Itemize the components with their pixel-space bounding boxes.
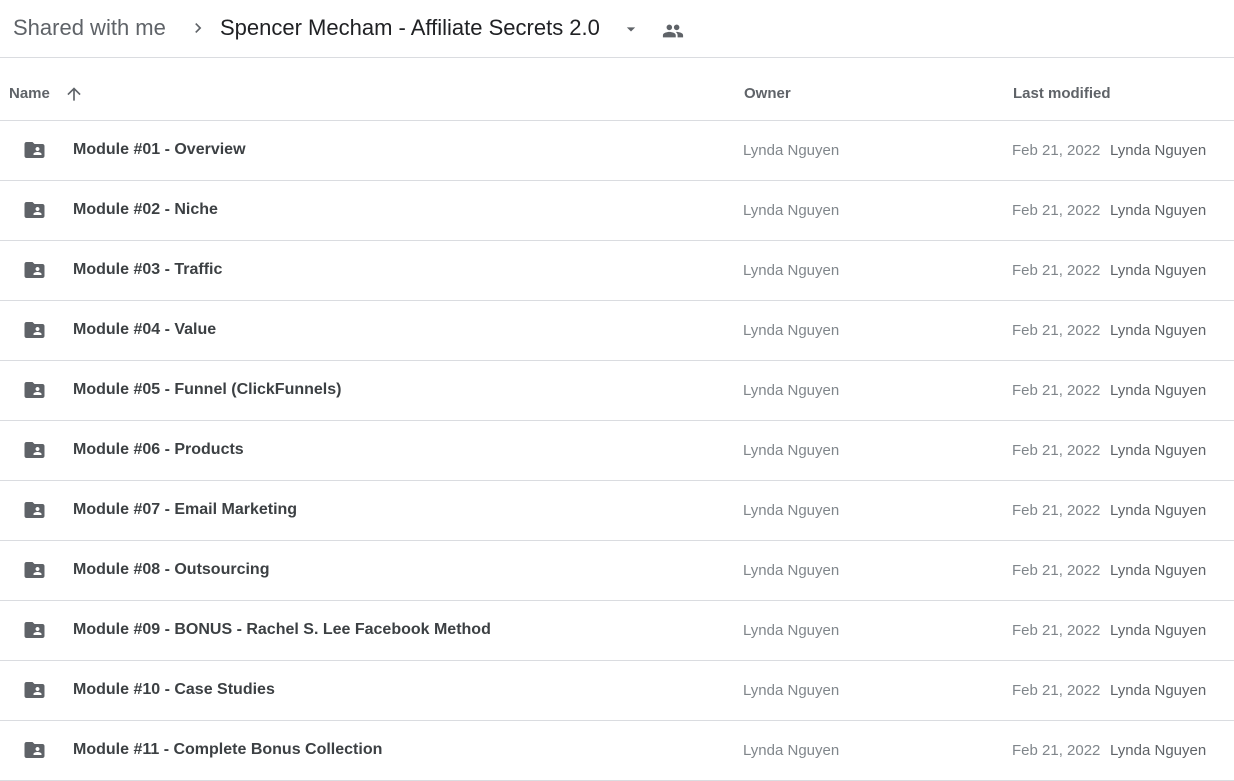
shared-folder-icon bbox=[24, 558, 51, 582]
caret-down-icon[interactable] bbox=[621, 19, 641, 39]
file-name: Module #02 - Niche bbox=[73, 201, 218, 218]
column-header-name[interactable]: Name bbox=[9, 85, 50, 102]
file-modified-by: Lynda Nguyen bbox=[1110, 382, 1207, 399]
arrow-up-icon[interactable] bbox=[64, 84, 84, 104]
file-name: Module #07 - Email Marketing bbox=[73, 501, 298, 518]
file-owner: Lynda Nguyen bbox=[743, 682, 840, 699]
file-modified-date: Feb 21, 2022 bbox=[1012, 502, 1101, 519]
shared-folder-icon bbox=[24, 738, 51, 762]
breadcrumb-root[interactable]: Shared with me bbox=[13, 14, 166, 42]
chevron-right-icon bbox=[195, 23, 202, 33]
shared-folder-icon bbox=[24, 138, 51, 162]
people-icon[interactable] bbox=[662, 20, 684, 42]
file-owner: Lynda Nguyen bbox=[743, 322, 840, 339]
column-header-owner: Owner bbox=[744, 85, 791, 102]
shared-folder-icon bbox=[24, 498, 51, 522]
file-owner: Lynda Nguyen bbox=[743, 382, 840, 399]
file-row[interactable]: Module #08 - Outsourcing Lynda Nguyen Feb … bbox=[0, 541, 1234, 601]
file-modified-by: Lynda Nguyen bbox=[1110, 322, 1207, 339]
breadcrumb-bar: Shared with me Spencer Mecham - Affiliat… bbox=[0, 0, 1234, 58]
file-owner: Lynda Nguyen bbox=[743, 502, 840, 519]
file-name: Module #10 - Case Studies bbox=[73, 681, 275, 698]
file-row[interactable]: Module #07 - Email Marketing Lynda Nguyen… bbox=[0, 481, 1234, 541]
file-modified-date: Feb 21, 2022 bbox=[1012, 202, 1101, 219]
file-modified-by: Lynda Nguyen bbox=[1110, 622, 1207, 639]
file-row[interactable]: Module #06 - Products Lynda Nguyen Feb 21,… bbox=[0, 421, 1234, 481]
file-name: Module #03 - Traffic bbox=[73, 261, 223, 278]
file-owner: Lynda Nguyen bbox=[743, 742, 840, 759]
file-row[interactable]: Module #01 - Overview Lynda Nguyen Feb 21,… bbox=[0, 121, 1234, 181]
file-row[interactable]: Module #10 - Case Studies Lynda Nguyen Feb… bbox=[0, 661, 1234, 721]
file-owner: Lynda Nguyen bbox=[743, 442, 840, 459]
file-name: Module #09 - BONUS - Rachel S. Lee Faceb… bbox=[73, 621, 491, 638]
column-header-last-modified[interactable]: Last modified bbox=[1013, 85, 1111, 102]
shared-folder-icon bbox=[24, 678, 51, 702]
shared-folder-icon bbox=[24, 318, 51, 342]
file-row[interactable]: Module #05 - Funnel (ClickFunnels) Lynda … bbox=[0, 361, 1234, 421]
file-owner: Lynda Nguyen bbox=[743, 622, 840, 639]
file-owner: Lynda Nguyen bbox=[743, 142, 840, 159]
file-modified-by: Lynda Nguyen bbox=[1110, 742, 1207, 759]
file-name: Module #01 - Overview bbox=[73, 141, 246, 158]
file-row[interactable]: Module #04 - Value Lynda Nguyen Feb 21, 20… bbox=[0, 301, 1234, 361]
shared-folder-icon bbox=[24, 258, 51, 282]
file-owner: Lynda Nguyen bbox=[743, 262, 840, 279]
file-modified-by: Lynda Nguyen bbox=[1110, 682, 1207, 699]
file-owner: Lynda Nguyen bbox=[743, 562, 840, 579]
breadcrumb-current-folder[interactable]: Spencer Mecham - Affiliate Secrets 2.0 bbox=[220, 14, 600, 42]
file-modified-date: Feb 21, 2022 bbox=[1012, 382, 1101, 399]
file-name: Module #11 - Complete Bonus Collection bbox=[73, 741, 383, 758]
file-modified-date: Feb 21, 2022 bbox=[1012, 322, 1101, 339]
file-modified-by: Lynda Nguyen bbox=[1110, 502, 1207, 519]
shared-folder-icon bbox=[24, 378, 51, 402]
file-name: Module #08 - Outsourcing bbox=[73, 561, 270, 578]
shared-folder-icon bbox=[24, 438, 51, 462]
file-owner: Lynda Nguyen bbox=[743, 202, 840, 219]
file-row[interactable]: Module #11 - Complete Bonus Collection Ly… bbox=[0, 721, 1234, 781]
file-modified-by: Lynda Nguyen bbox=[1110, 562, 1207, 579]
file-name: Module #06 - Products bbox=[73, 441, 244, 458]
file-name: Module #05 - Funnel (ClickFunnels) bbox=[73, 381, 342, 398]
file-modified-date: Feb 21, 2022 bbox=[1012, 622, 1101, 639]
file-row[interactable]: Module #03 - Traffic Lynda Nguyen Feb 21, … bbox=[0, 241, 1234, 301]
file-modified-by: Lynda Nguyen bbox=[1110, 202, 1207, 219]
file-modified-by: Lynda Nguyen bbox=[1110, 142, 1207, 159]
file-modified-date: Feb 21, 2022 bbox=[1012, 742, 1101, 759]
file-modified-date: Feb 21, 2022 bbox=[1012, 562, 1101, 579]
file-modified-date: Feb 21, 2022 bbox=[1012, 682, 1101, 699]
file-modified-date: Feb 21, 2022 bbox=[1012, 262, 1101, 279]
file-modified-by: Lynda Nguyen bbox=[1110, 262, 1207, 279]
file-name: Module #04 - Value bbox=[73, 321, 217, 338]
file-row[interactable]: Module #09 - BONUS - Rachel S. Lee Faceb… bbox=[0, 601, 1234, 661]
shared-folder-icon bbox=[24, 618, 51, 642]
column-header-row: Name Owner Last modified bbox=[0, 59, 1234, 121]
file-row[interactable]: Module #02 - Niche Lynda Nguyen Feb 21, 20… bbox=[0, 181, 1234, 241]
file-list: Module #01 - Overview Lynda Nguyen Feb 21,… bbox=[0, 121, 1234, 781]
file-modified-date: Feb 21, 2022 bbox=[1012, 442, 1101, 459]
file-modified-date: Feb 21, 2022 bbox=[1012, 142, 1101, 159]
file-modified-by: Lynda Nguyen bbox=[1110, 442, 1207, 459]
shared-folder-icon bbox=[24, 198, 51, 222]
